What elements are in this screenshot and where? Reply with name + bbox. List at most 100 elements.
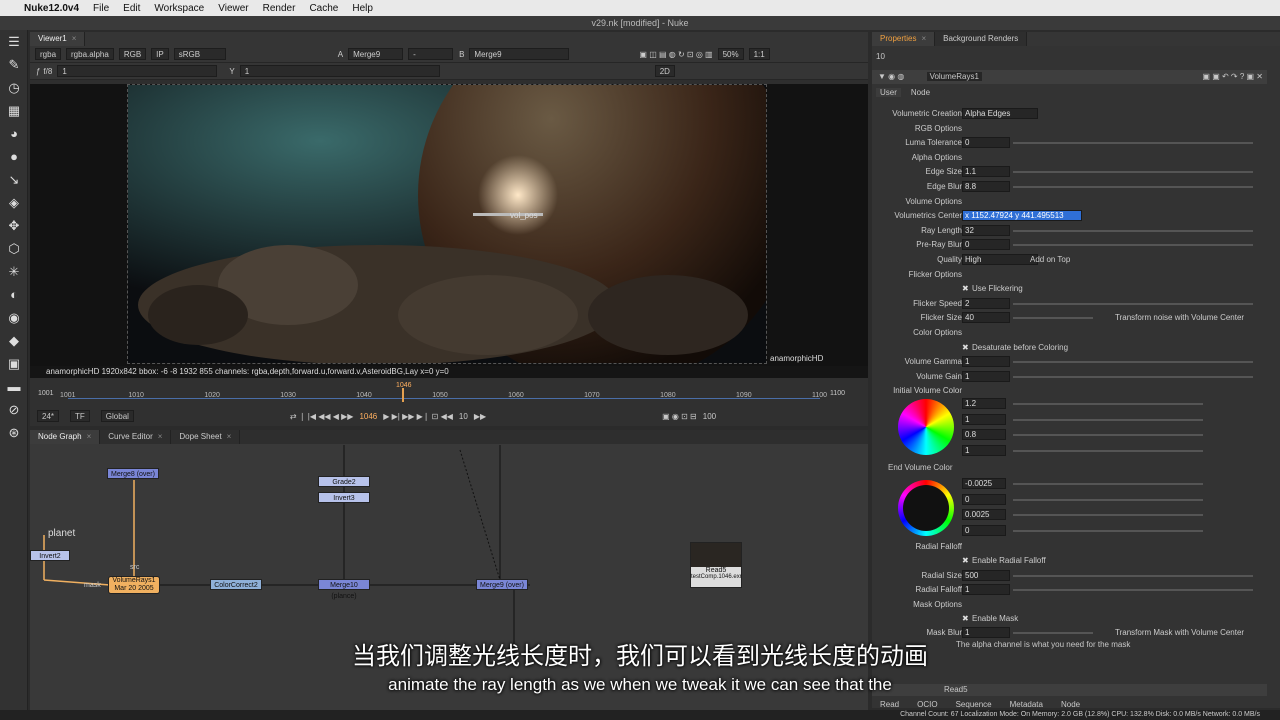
color-channel-field[interactable]: 0 xyxy=(962,524,1006,536)
color-channel-slider[interactable] xyxy=(1013,403,1203,405)
initial-color-wheel[interactable] xyxy=(898,399,954,455)
color-channel-field[interactable]: 0.0025 xyxy=(962,509,1006,520)
composite-dropdown[interactable]: - xyxy=(408,48,454,60)
viewer-canvas[interactable]: vol_pos anamorphicHD xyxy=(30,84,868,366)
particles-icon[interactable]: ✳ xyxy=(0,260,28,283)
play-controls[interactable]: ▶ ▶| ▶▶ ▶❘ ⊡ ◀◀ xyxy=(383,412,453,421)
checkbox[interactable]: ✖ xyxy=(962,284,969,293)
keyer-icon[interactable]: ↘ xyxy=(0,168,28,191)
3d-icon[interactable]: ⬡ xyxy=(0,237,28,260)
node-count[interactable]: 10 xyxy=(876,52,885,61)
planet-label[interactable]: planet xyxy=(48,528,75,539)
viewer-icons[interactable]: ▣ ◫ ▤ ◍ ↻ ⊡ ◎ ▥ xyxy=(639,50,712,59)
channels-dropdown[interactable]: rgba xyxy=(35,48,62,60)
prop-value-field[interactable]: 1 xyxy=(962,584,1010,596)
tab-properties[interactable]: Properties × xyxy=(872,32,936,46)
color-channel-field[interactable]: 1 xyxy=(962,444,1006,456)
ip-button[interactable]: IP xyxy=(151,48,169,60)
node-invert3[interactable]: Invert3 xyxy=(318,492,370,503)
color-channel-slider[interactable] xyxy=(1013,514,1203,516)
color-channel-slider[interactable] xyxy=(1013,483,1203,485)
color-channel-slider[interactable] xyxy=(1013,529,1203,532)
app-menu[interactable]: Nuke12.0v4 xyxy=(24,3,79,14)
gain-field[interactable]: 1 xyxy=(57,65,218,77)
prop-slider[interactable] xyxy=(1013,375,1253,378)
node-colorcorrect[interactable]: ColorCorrect2 xyxy=(210,579,262,590)
filter-icon[interactable]: ● xyxy=(0,145,28,168)
prop-value-field[interactable]: 2 xyxy=(962,297,1010,309)
prop-value-field[interactable]: 32 xyxy=(962,224,1010,236)
prop-value-field[interactable]: 8.8 xyxy=(962,181,1010,192)
node-merge9[interactable]: Merge9 (over) xyxy=(476,579,528,590)
cache-icons[interactable]: ▣ ◉ ⊡ ⊟ xyxy=(662,412,697,421)
zoom-dropdown[interactable]: 50% xyxy=(717,48,744,60)
color-channel-field[interactable]: 1.2 xyxy=(962,398,1006,409)
checkbox[interactable]: ✖ xyxy=(962,556,969,565)
color-channel-slider[interactable] xyxy=(1013,434,1203,436)
checkbox[interactable]: ✖ xyxy=(962,343,969,352)
prop-slider[interactable] xyxy=(1013,361,1253,364)
vol-pos-label[interactable]: vol_pos xyxy=(510,211,538,220)
node-name-field[interactable]: VolumeRays1 xyxy=(926,72,982,81)
ratio-dropdown[interactable]: 1:1 xyxy=(748,48,770,60)
deep-icon[interactable]: ◐ xyxy=(0,283,28,306)
tab-metadata[interactable]: Metadata xyxy=(1010,700,1043,709)
prop-slider[interactable] xyxy=(1013,244,1253,247)
playback-controls[interactable]: ⇄ ❘ |◀ ◀◀ ◀ ▶▶ xyxy=(290,412,354,421)
tab-background-renders[interactable]: Background Renders xyxy=(935,32,1028,46)
prop-slider[interactable] xyxy=(1013,574,1253,577)
step-field[interactable]: 10 xyxy=(459,412,468,421)
prop-value-field[interactable]: 1 xyxy=(962,356,1010,368)
header-icons[interactable]: ▣ ▣ ↶ ↷ ? ▣ ✕ xyxy=(1202,70,1263,84)
a-input-dropdown[interactable]: Merge9 xyxy=(348,48,404,60)
prop-slider[interactable] xyxy=(1013,589,1253,592)
menu-cache[interactable]: Cache xyxy=(309,3,338,14)
node-merge10[interactable]: Merge10 (plance) xyxy=(318,579,370,600)
timeline[interactable]: 1001 1100 1046 1001 1010 1020 1030 1040 1050 1… xyxy=(30,378,868,426)
fps-dropdown[interactable]: 24* xyxy=(37,410,60,422)
metadata-icon[interactable]: ◆ xyxy=(0,329,28,352)
playhead[interactable] xyxy=(402,388,404,402)
tab-sequence[interactable]: Sequence xyxy=(956,700,992,709)
checkbox[interactable]: ✖ xyxy=(962,614,969,623)
menu-icon[interactable]: ☰ xyxy=(0,30,28,53)
colorspace-dropdown[interactable]: sRGB xyxy=(173,48,226,60)
color-channel-field[interactable]: -0.0025 xyxy=(962,478,1006,489)
end-color-wheel[interactable] xyxy=(898,480,954,536)
transform-icon[interactable]: ✥ xyxy=(0,214,28,237)
tab-node[interactable]: Node xyxy=(1061,700,1080,709)
end-frame-field[interactable]: 100 xyxy=(703,412,716,421)
tab-ocio[interactable]: OCIO xyxy=(917,700,937,709)
gamma-field[interactable]: 1 xyxy=(239,65,440,77)
b-input-dropdown[interactable]: Merge9 xyxy=(469,48,570,60)
prop-value-field[interactable]: 0 xyxy=(962,239,1010,251)
color-channel-slider[interactable] xyxy=(1013,498,1203,501)
prop-slider[interactable] xyxy=(1013,229,1253,232)
prop-value-field[interactable]: 500 xyxy=(962,569,1010,581)
views-icon[interactable]: ◉ xyxy=(0,306,28,329)
display-channel-dropdown[interactable]: RGB xyxy=(118,48,147,60)
step-forward-icon[interactable]: ▶▶ xyxy=(474,412,486,421)
current-frame-field[interactable]: 1046 xyxy=(359,412,377,421)
color-channel-field[interactable]: 0.8 xyxy=(962,429,1006,440)
fstop-icon[interactable]: ƒ xyxy=(36,67,40,76)
prop-slider[interactable] xyxy=(1013,171,1253,174)
node-volumerays[interactable]: VolumeRays1 Mar 20 2005 xyxy=(108,576,160,594)
prop-value-field[interactable]: x 1152.47924 y 441.495513 xyxy=(962,210,1082,222)
tab-read[interactable]: Read xyxy=(880,700,899,709)
node-read5[interactable]: Read5 testComp.1046.exr xyxy=(690,542,742,588)
color-channel-field[interactable]: 1 xyxy=(962,413,1006,425)
prop-value-field[interactable]: High xyxy=(962,254,1038,265)
color-channel-field[interactable]: 0 xyxy=(962,493,1006,505)
channel-icon[interactable]: ▦ xyxy=(0,99,28,122)
prop-value-field[interactable]: Alpha Edges xyxy=(962,108,1038,119)
tf-dropdown[interactable]: TF xyxy=(70,410,90,422)
prop-value-field[interactable]: 0 xyxy=(962,137,1010,149)
node-merge8[interactable]: Merge8 (over) xyxy=(107,468,159,479)
collapse-icon[interactable]: ▼ ◉ ◍ xyxy=(878,72,904,81)
menu-workspace[interactable]: Workspace xyxy=(154,3,204,14)
subtab-user[interactable]: User xyxy=(876,88,901,97)
color-channel-slider[interactable] xyxy=(1013,418,1203,421)
node-invert2[interactable]: Invert2 xyxy=(30,550,70,561)
other-icon[interactable]: ▬ xyxy=(0,375,28,398)
